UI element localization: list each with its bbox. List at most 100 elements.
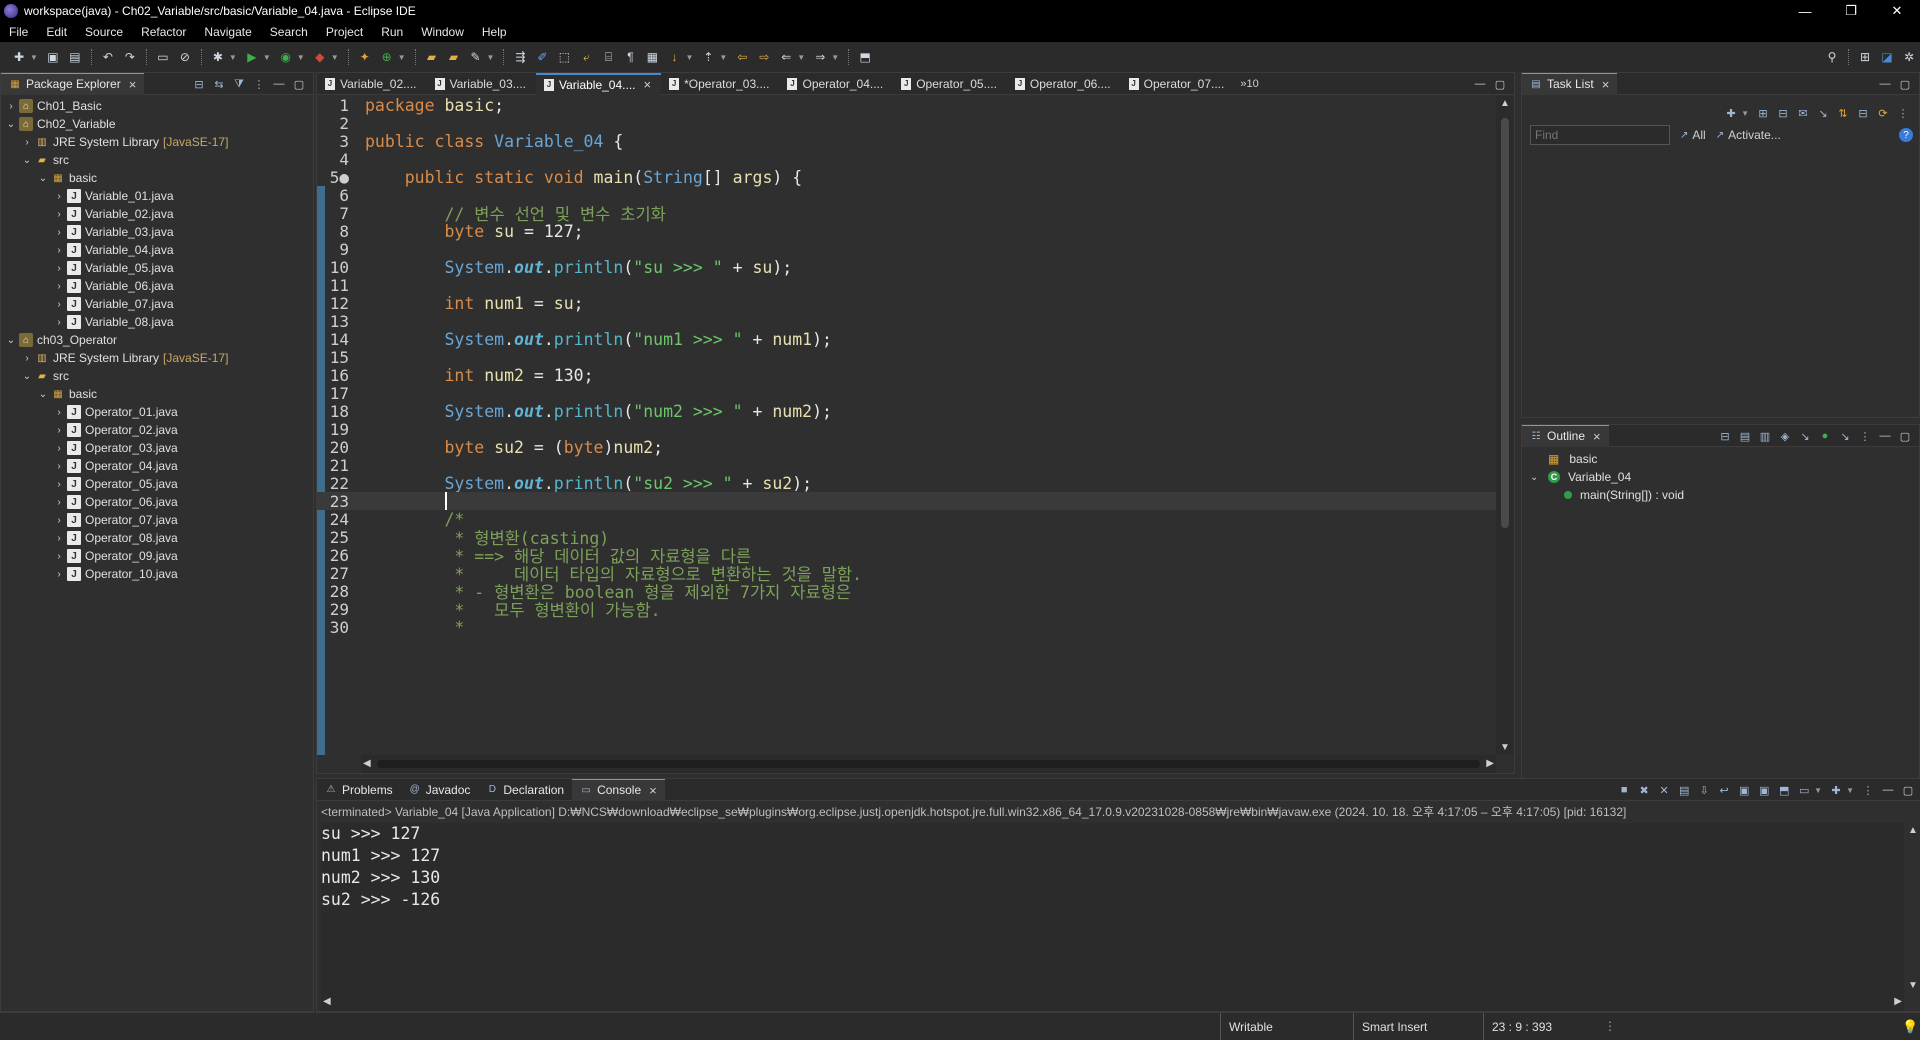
close-icon[interactable]: × <box>129 77 137 92</box>
tab-task-list[interactable]: ▤ Task List × <box>1522 72 1618 95</box>
tree-item[interactable]: › ⌂ Ch01_Basic <box>1 97 313 115</box>
scroll-lock-icon[interactable]: ⇩ <box>1696 782 1712 798</box>
tree-item[interactable]: ⌄ ▰ src <box>1 151 313 169</box>
editor-vertical-scrollbar[interactable]: ▲ ▼ <box>1496 96 1514 755</box>
skip-breakpoints-icon[interactable]: ⊘ <box>176 48 194 66</box>
tree-item[interactable]: › J Variable_06.java <box>1 277 313 295</box>
tree-item[interactable]: › ▥ JRE System Library [JavaSE-17] <box>1 133 313 151</box>
tree-item[interactable]: ⌄ ⌂ ch03_Operator <box>1 331 313 349</box>
tree-item[interactable]: ⌄ ▦ basic <box>1 385 313 403</box>
close-window-button[interactable]: ✕ <box>1874 0 1920 22</box>
toggle-word-wrap-icon[interactable]: ⤶ <box>577 48 595 66</box>
expand-icon[interactable]: › <box>53 443 65 454</box>
java-perspective-icon[interactable]: ◪ <box>1878 48 1896 66</box>
menu-source[interactable]: Source <box>76 22 132 42</box>
expand-icon[interactable]: › <box>53 281 65 292</box>
last-edit-location-icon[interactable]: ⇦ <box>733 48 751 66</box>
pin-console-icon[interactable]: ⬒ <box>1776 782 1792 798</box>
console-output[interactable]: su >>> 127 num1 >>> 127 num2 >>> 130 su2 >>… <box>321 823 1904 993</box>
console-view-tab[interactable]: ⚠ Problems <box>317 779 401 801</box>
task-find-input[interactable] <box>1530 125 1670 145</box>
new-task-icon[interactable]: ✚ <box>1723 105 1739 121</box>
expand-icon[interactable]: › <box>53 227 65 238</box>
menu-project[interactable]: Project <box>317 22 372 42</box>
link-with-editor-icon[interactable]: ⇆ <box>211 76 227 92</box>
tree-item[interactable]: › J Operator_05.java <box>1 475 313 493</box>
tree-item[interactable]: › J Variable_05.java <box>1 259 313 277</box>
menu-refactor[interactable]: Refactor <box>132 22 195 42</box>
help-icon[interactable]: ? <box>1899 128 1913 142</box>
previous-annotation-dropdown-icon[interactable]: ▼ <box>719 53 727 62</box>
minimize-editor-icon[interactable]: — <box>1472 76 1488 92</box>
scroll-right-icon[interactable]: ▶ <box>1894 996 1902 1007</box>
search-icon[interactable]: ✎ <box>467 48 485 66</box>
maximize-view-icon[interactable]: ▢ <box>1897 76 1913 92</box>
scheduled-icon[interactable]: ⊟ <box>1775 105 1791 121</box>
terminate-icon[interactable]: ■ <box>1616 782 1632 798</box>
close-icon[interactable]: × <box>1602 77 1610 92</box>
outline-item-method[interactable]: main(String[]) : void <box>1522 486 1919 504</box>
scroll-up-icon[interactable]: ▲ <box>1908 825 1918 836</box>
expand-icon[interactable]: › <box>53 191 65 202</box>
maximize-view-icon[interactable]: ▢ <box>1900 782 1916 798</box>
status-cursor-position[interactable]: 23 : 9 : 393 <box>1483 1013 1552 1040</box>
outline-item-package[interactable]: ▦ basic <box>1522 450 1919 468</box>
expand-icon[interactable]: › <box>53 533 65 544</box>
tree-item[interactable]: ⌄ ⌂ Ch02_Variable <box>1 115 313 133</box>
word-wrap-icon[interactable]: ↩ <box>1716 782 1732 798</box>
tree-item[interactable]: › J Operator_07.java <box>1 511 313 529</box>
menu-help[interactable]: Help <box>473 22 516 42</box>
editor-tab[interactable]: J Variable_02.... <box>317 73 427 95</box>
coverage-icon[interactable]: ◉ <box>277 48 295 66</box>
menu-search[interactable]: Search <box>261 22 317 42</box>
open-console-icon[interactable]: ✚ <box>1828 782 1844 798</box>
link-outline-icon[interactable]: ↘ <box>1837 428 1853 444</box>
minimize-view-icon[interactable]: — <box>1880 782 1896 798</box>
editor-vscroll-thumb[interactable] <box>1501 118 1509 528</box>
categorized-icon[interactable]: ⊞ <box>1755 105 1771 121</box>
scroll-down-icon[interactable]: ▼ <box>1908 980 1918 991</box>
expand-icon[interactable]: › <box>53 407 65 418</box>
minimize-view-icon[interactable]: — <box>1877 428 1893 444</box>
show-source-icon[interactable]: ▦ <box>643 48 661 66</box>
search-dropdown-icon[interactable]: ▼ <box>487 53 495 62</box>
expand-icon[interactable]: › <box>21 353 33 364</box>
back-icon[interactable]: ⇐ <box>777 48 795 66</box>
external-tools-dropdown-icon[interactable]: ▼ <box>331 53 339 62</box>
remove-all-terminated-icon[interactable]: ✕ <box>1656 782 1672 798</box>
previous-annotation-icon[interactable]: ⇡ <box>699 48 717 66</box>
expand-icon[interactable]: ⌄ <box>1530 472 1542 483</box>
outline-item-class[interactable]: ⌄ C Variable_04 <box>1522 468 1919 486</box>
show-console-on-output-icon[interactable]: ▣ <box>1736 782 1752 798</box>
debug-perspective-icon[interactable]: ✲ <box>1900 48 1918 66</box>
expand-icon[interactable]: › <box>5 101 17 112</box>
save-all-icon[interactable]: ▤ <box>66 48 84 66</box>
clear-console-icon[interactable]: ▤ <box>1676 782 1692 798</box>
menu-edit[interactable]: Edit <box>37 22 76 42</box>
editor-horizontal-scrollbar[interactable]: ◀ ▶ <box>361 755 1496 773</box>
console-view-tab[interactable]: @ Javadoc <box>401 779 479 801</box>
forward-dropdown-icon[interactable]: ▼ <box>831 53 839 62</box>
open-perspective-icon[interactable]: ⊞ <box>1856 48 1874 66</box>
display-console-icon[interactable]: ▭ <box>1796 782 1812 798</box>
tree-item[interactable]: › J Variable_01.java <box>1 187 313 205</box>
expand-icon[interactable]: › <box>21 137 33 148</box>
debug-dropdown-icon[interactable]: ▼ <box>229 53 237 62</box>
run-icon[interactable]: ▶ <box>243 48 261 66</box>
new-task-dropdown-icon[interactable]: ▼ <box>1741 109 1749 118</box>
next-annotation-icon[interactable]: ↓ <box>665 48 683 66</box>
open-type-icon[interactable]: ▰ <box>423 48 441 66</box>
tree-item[interactable]: › J Operator_04.java <box>1 457 313 475</box>
tree-item[interactable]: › J Operator_10.java <box>1 565 313 583</box>
tree-item[interactable]: › ▥ JRE System Library [JavaSE-17] <box>1 349 313 367</box>
maximize-view-icon[interactable]: ▢ <box>291 76 307 92</box>
expand-icon[interactable]: › <box>53 479 65 490</box>
hide-static-icon[interactable]: ◈ <box>1777 428 1793 444</box>
expand-icon[interactable]: › <box>53 209 65 220</box>
remove-launch-icon[interactable]: ✖ <box>1636 782 1652 798</box>
toggle-breadcrumb-icon[interactable]: ⇶ <box>511 48 529 66</box>
scroll-up-icon[interactable]: ▲ <box>1500 98 1510 109</box>
open-task-icon[interactable]: ▰ <box>445 48 463 66</box>
expand-icon[interactable]: › <box>53 245 65 256</box>
run-dropdown-icon[interactable]: ▼ <box>263 53 271 62</box>
